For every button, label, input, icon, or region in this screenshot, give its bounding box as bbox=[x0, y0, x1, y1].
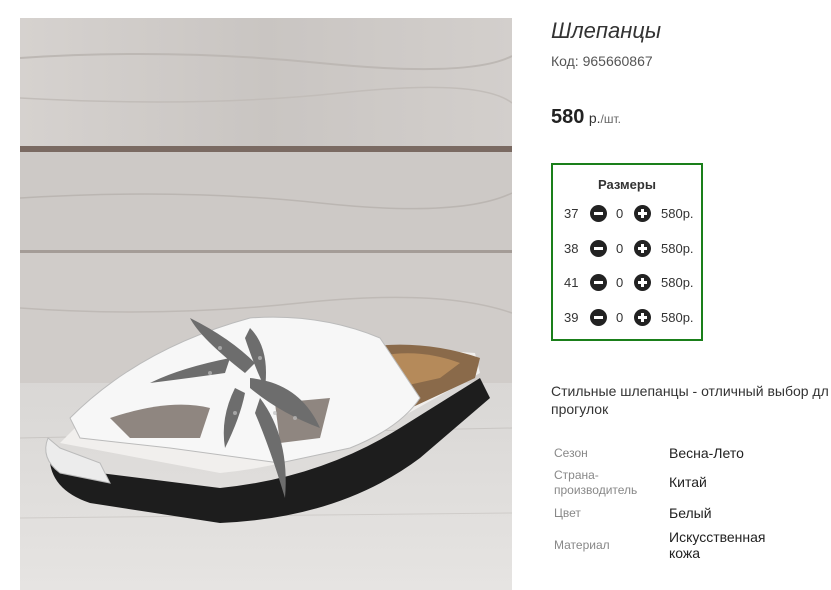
product-description: Стильные шлепанцы - отличный выбор дл пр… bbox=[551, 382, 831, 418]
size-price: 580р. bbox=[661, 310, 694, 325]
size-quantity: 0 bbox=[616, 310, 624, 325]
size-label: 41 bbox=[564, 275, 579, 290]
property-key: Страна- производитель bbox=[554, 468, 637, 498]
property-value: Искусственная кожа bbox=[669, 529, 766, 561]
property-value-line-2: кожа bbox=[669, 545, 701, 561]
description-line-1: Стильные шлепанцы - отличный выбор дл bbox=[551, 383, 829, 399]
product-title: Шлепанцы bbox=[551, 18, 662, 43]
plus-circle-icon[interactable] bbox=[634, 205, 651, 222]
property-key-line-2: производитель bbox=[554, 483, 638, 497]
size-label: 39 bbox=[564, 310, 579, 325]
product-image[interactable] bbox=[20, 18, 512, 590]
size-label: 38 bbox=[564, 241, 579, 256]
property-key: Цвет bbox=[554, 506, 581, 520]
size-price: 580р. bbox=[661, 275, 694, 290]
plus-circle-icon[interactable] bbox=[634, 309, 651, 326]
minus-circle-icon[interactable] bbox=[590, 274, 607, 291]
property-value: Китай bbox=[669, 474, 707, 490]
size-price: 580р. bbox=[661, 241, 694, 256]
minus-circle-icon[interactable] bbox=[590, 205, 607, 222]
property-value: Белый bbox=[669, 505, 712, 521]
product-code: Код: 965660867 bbox=[551, 53, 653, 69]
property-key-line-1: Страна- bbox=[554, 468, 599, 482]
plus-circle-icon[interactable] bbox=[634, 274, 651, 291]
sizes-box: Размеры 37 0 580р. 38 0 580р. 41 0 580р.… bbox=[551, 163, 703, 341]
property-key: Сезон bbox=[554, 446, 588, 460]
sizes-header: Размеры bbox=[598, 177, 656, 192]
description-line-2: прогулок bbox=[551, 401, 609, 417]
size-quantity: 0 bbox=[616, 241, 624, 256]
price-value: 580 bbox=[551, 106, 585, 128]
product-price: 580 р./шт. bbox=[551, 106, 621, 129]
property-value-line-1: Искусственная bbox=[669, 529, 766, 545]
property-value: Весна-Лето bbox=[669, 445, 744, 461]
size-row-38: 38 0 580р. bbox=[553, 238, 703, 260]
size-quantity: 0 bbox=[616, 206, 624, 221]
price-per: /шт. bbox=[600, 112, 621, 126]
minus-circle-icon[interactable] bbox=[590, 309, 607, 326]
price-unit: р. bbox=[588, 110, 601, 126]
size-price: 580р. bbox=[661, 206, 694, 221]
property-key: Материал bbox=[554, 538, 610, 552]
minus-circle-icon[interactable] bbox=[590, 240, 607, 257]
size-row-41: 41 0 580р. bbox=[553, 272, 703, 294]
size-label: 37 bbox=[564, 206, 579, 221]
size-row-39: 39 0 580р. bbox=[553, 307, 703, 329]
sandal-photo bbox=[20, 18, 512, 590]
size-row-37: 37 0 580р. bbox=[553, 203, 703, 225]
size-quantity: 0 bbox=[616, 275, 624, 290]
plus-circle-icon[interactable] bbox=[634, 240, 651, 257]
